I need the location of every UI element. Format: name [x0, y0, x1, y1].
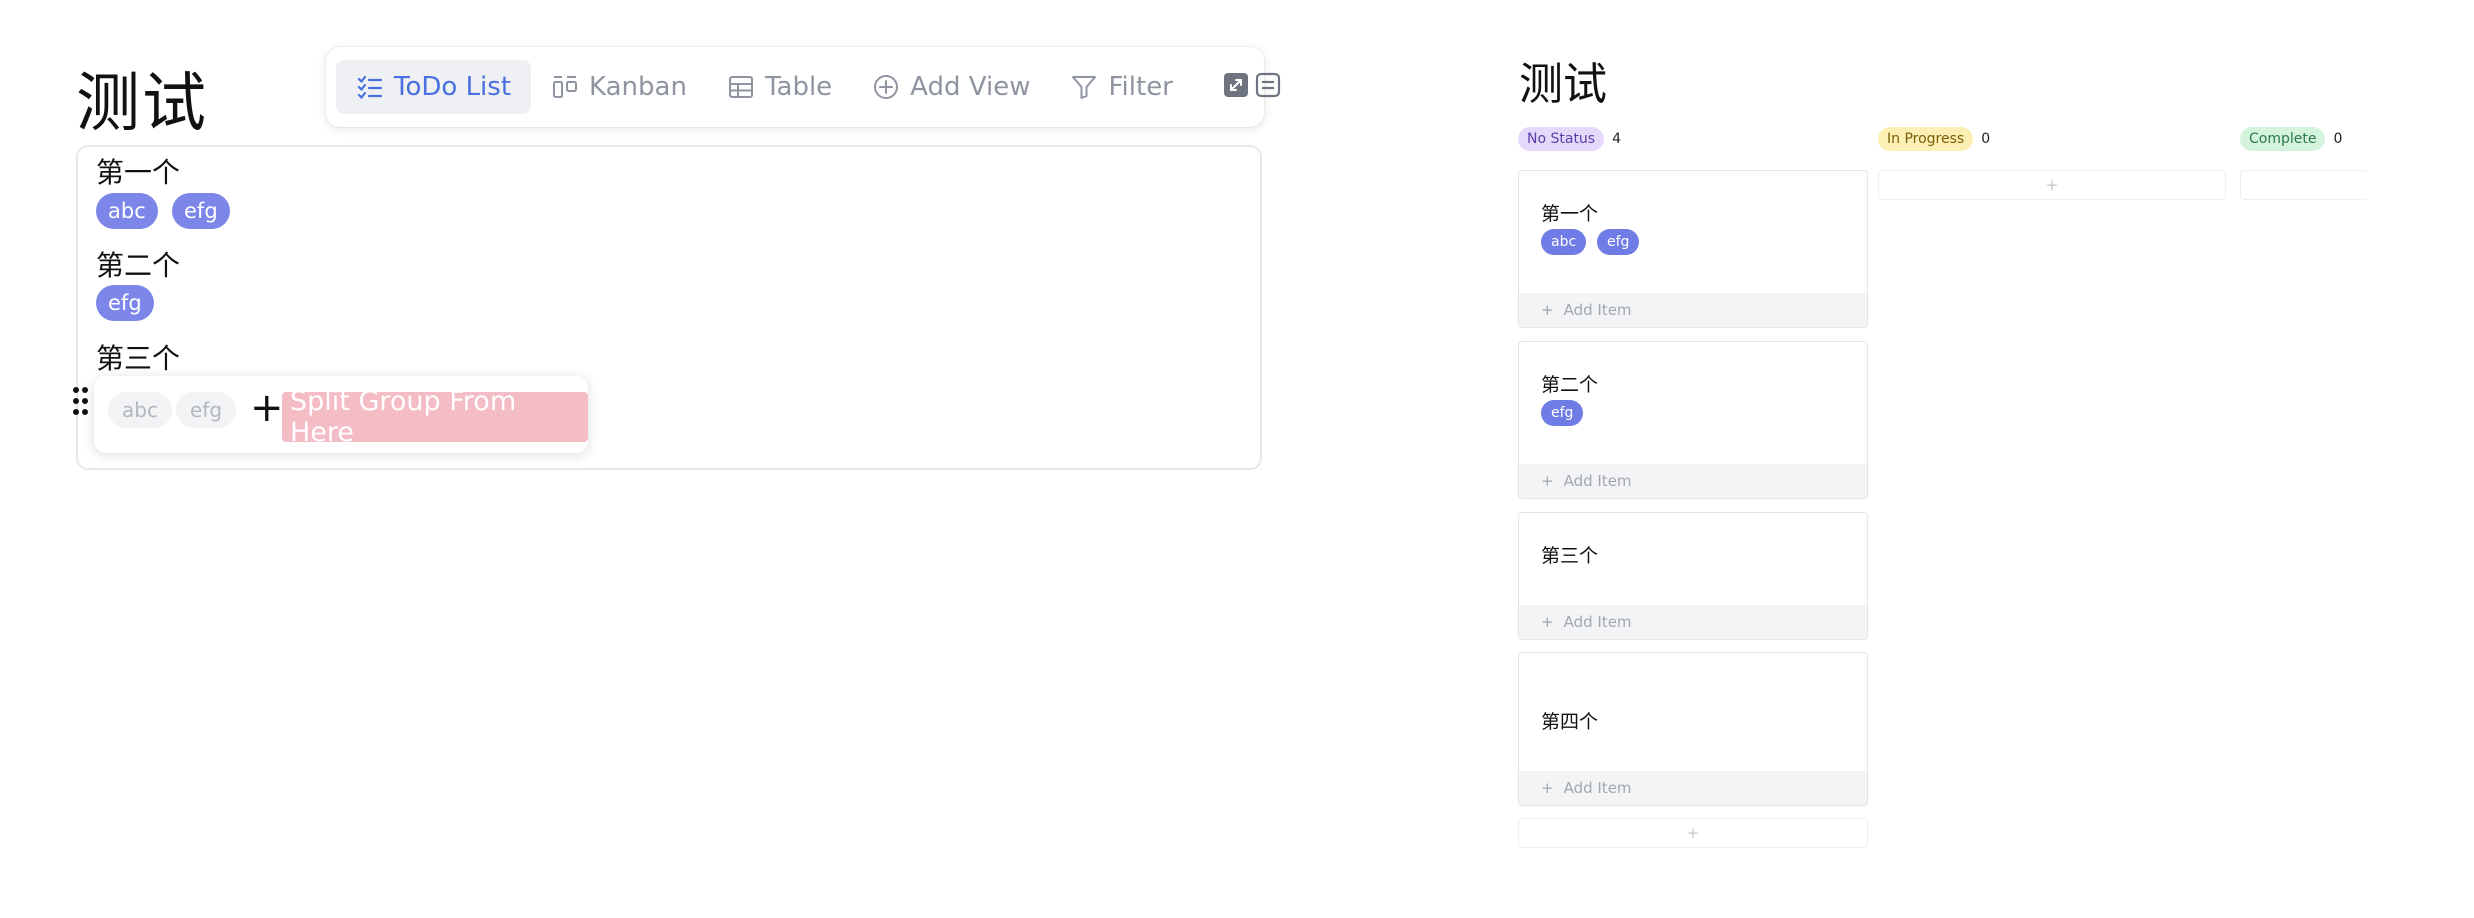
status-badge[interactable]: In Progress	[1878, 127, 1974, 151]
drag-handle-icon[interactable]	[72, 386, 90, 420]
card-title: 第四个	[1541, 711, 1599, 733]
layout-icon	[1255, 72, 1281, 102]
kanban-card[interactable]: 第三个 + Add Item	[1518, 512, 1868, 640]
add-item-label: Add Item	[1563, 301, 1632, 319]
status-badge[interactable]: No Status	[1518, 127, 1605, 151]
list-item-title[interactable]: 第二个	[96, 244, 180, 284]
add-tag-button[interactable]: +	[250, 386, 284, 430]
plus-icon: +	[1541, 613, 1554, 631]
tab-label: Table	[764, 72, 833, 102]
tab-label: Kanban	[589, 72, 687, 102]
filter-button[interactable]: Filter	[1050, 60, 1192, 114]
kanban-card[interactable]: 第四个 + Add Item	[1518, 652, 1868, 806]
filter-icon	[1070, 73, 1098, 101]
view-toolbar: ToDo List Kanban Table Add View Filter	[326, 47, 1280, 127]
tag-pill[interactable]: efg	[1597, 229, 1640, 255]
add-card-button[interactable]: +	[1878, 170, 2226, 200]
status-count: 0	[2333, 131, 2343, 147]
card-title: 第二个	[1541, 374, 1599, 396]
plus-icon: +	[1541, 779, 1554, 797]
status-count: 4	[1612, 131, 1622, 147]
list-item-title[interactable]: 第三个	[96, 337, 180, 377]
add-item-label: Add Item	[1563, 613, 1632, 631]
tab-table[interactable]: Table	[707, 60, 852, 114]
column-header-no-status: No Status 4	[1518, 127, 1621, 151]
add-item-label: Add Item	[1563, 779, 1632, 797]
add-item-button[interactable]: + Add Item	[1519, 605, 1867, 639]
add-item-label: Add Item	[1563, 472, 1632, 490]
status-badge[interactable]: Complete	[2240, 127, 2326, 151]
add-view-button[interactable]: Add View	[852, 60, 1050, 114]
tab-label: ToDo List	[394, 72, 512, 102]
popup-tag[interactable]: abc	[108, 392, 172, 428]
list-item-title[interactable]: 第一个	[96, 151, 180, 191]
tag-pill[interactable]: efg	[172, 193, 230, 229]
column-header-in-progress: In Progress 0	[1878, 127, 1990, 151]
list-check-icon	[356, 73, 384, 101]
add-item-button[interactable]: + Add Item	[1519, 464, 1867, 498]
popup-tag[interactable]: efg	[176, 392, 237, 428]
table-icon	[727, 73, 755, 101]
card-title: 第一个	[1541, 203, 1599, 225]
tag-pill[interactable]: efg	[96, 285, 154, 321]
status-count: 0	[1981, 131, 1991, 147]
expand-button[interactable]	[1223, 64, 1249, 110]
tag-pill[interactable]: abc	[1541, 229, 1587, 255]
add-card-button[interactable]	[2240, 170, 2368, 200]
add-card-button[interactable]: +	[1518, 818, 1868, 848]
card-title: 第三个	[1541, 545, 1599, 567]
split-group-button[interactable]: Split Group From Here	[282, 386, 588, 448]
page-title: 测试	[76, 67, 208, 141]
tag-pill[interactable]: abc	[96, 193, 158, 229]
add-circle-icon	[872, 73, 900, 101]
tab-kanban[interactable]: Kanban	[531, 60, 707, 114]
column-header-complete: Complete 0	[2240, 127, 2342, 151]
kanban-card[interactable]: 第一个 abc efg + Add Item	[1518, 170, 1868, 328]
kanban-card[interactable]: 第二个 efg + Add Item	[1518, 341, 1868, 499]
add-item-button[interactable]: + Add Item	[1519, 293, 1867, 327]
tab-todo-list[interactable]: ToDo List	[336, 60, 532, 114]
add-view-label: Add View	[910, 72, 1031, 102]
plus-icon: +	[1541, 301, 1554, 319]
filter-label: Filter	[1108, 72, 1173, 102]
expand-icon	[1223, 72, 1249, 102]
kanban-title: 测试	[1519, 59, 1607, 110]
layout-button[interactable]	[1255, 64, 1281, 110]
kanban-icon	[551, 73, 579, 101]
tag-pill[interactable]: efg	[1541, 400, 1584, 426]
plus-icon: +	[1541, 472, 1554, 490]
tag-popup: abc efg + Split Group From Here	[94, 376, 588, 453]
add-item-button[interactable]: + Add Item	[1519, 771, 1867, 805]
